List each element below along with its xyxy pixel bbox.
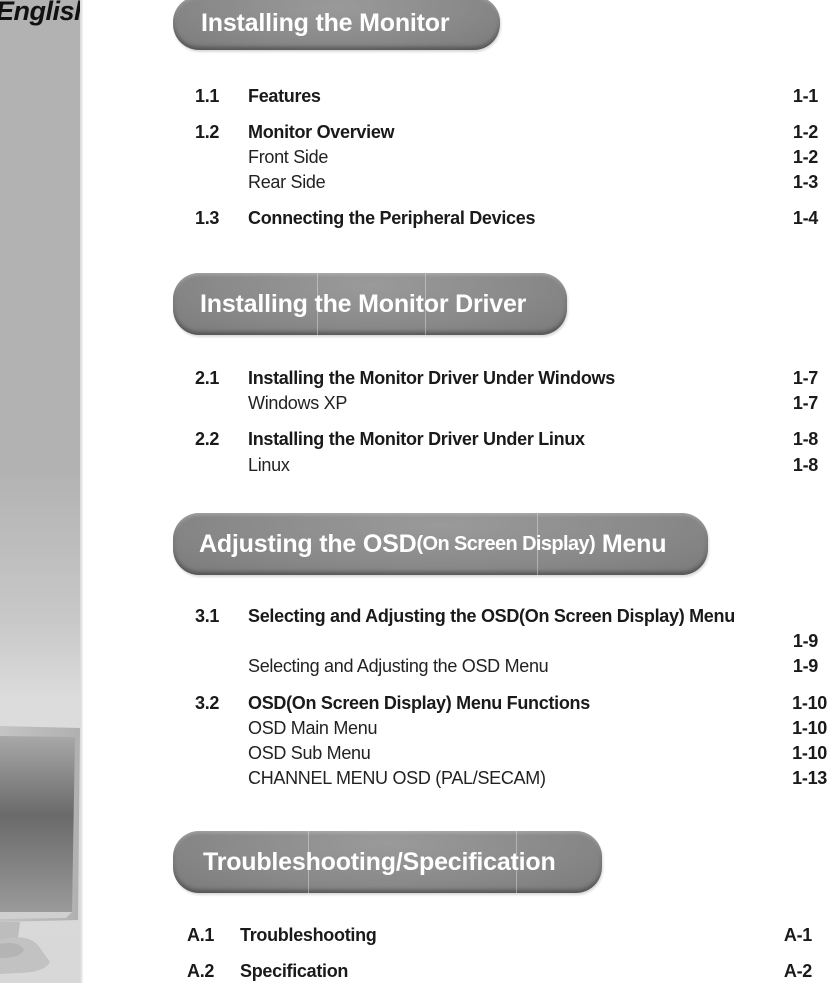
toc-entry[interactable]: 1.1 Features 1-1: [0, 85, 827, 107]
entry-page: 1-4: [792, 208, 818, 228]
section-header-text-end: Menu: [595, 529, 667, 558]
entry-number: A.1: [187, 925, 215, 945]
pill-divider: [537, 513, 538, 575]
toc-subentry[interactable]: Windows XP 1-7: [0, 392, 827, 414]
entry-number: 3.2: [195, 693, 220, 713]
entry-title: Rear Side: [248, 172, 326, 192]
entry-title: Installing the Monitor Driver Under Wind…: [248, 368, 615, 388]
section-header-text-small: (On Screen Display): [416, 532, 596, 555]
pill-divider: [425, 273, 426, 335]
section-header-text-main: Adjusting the OSD: [199, 529, 417, 558]
entry-page: 1-7: [792, 393, 818, 413]
toc-entry[interactable]: 1.2 Monitor Overview 1-2: [0, 121, 827, 143]
entry-title: Specification: [240, 961, 349, 981]
toc-subentry[interactable]: OSD Sub Menu 1-10: [0, 742, 827, 764]
entry-title: Installing the Monitor Driver Under Linu…: [248, 429, 585, 449]
entry-page: 1-10: [792, 718, 827, 738]
entry-title: OSD(On Screen Display) Menu Functions: [248, 693, 590, 713]
language-label: English: [0, 0, 83, 26]
entry-number: A.2: [187, 961, 215, 981]
toc-entry[interactable]: 1.3 Connecting the Peripheral Devices 1-…: [0, 207, 827, 229]
entry-page: 1-2: [792, 147, 818, 167]
pill-divider: [308, 831, 309, 893]
toc-entry[interactable]: 2.1 Installing the Monitor Driver Under …: [0, 367, 827, 389]
toc-entry[interactable]: A.1 Troubleshooting A-1: [0, 924, 827, 946]
entry-title: Connecting the Peripheral Devices: [248, 208, 536, 228]
entry-title: Selecting and Adjusting the OSD(On Scree…: [248, 606, 735, 626]
entry-title: OSD Main Menu: [248, 718, 378, 738]
entry-page: A-2: [783, 961, 812, 981]
entry-page: A-1: [783, 925, 812, 945]
entry-page: 1-10: [792, 743, 827, 763]
pill-divider: [317, 273, 318, 335]
section-header-text: Troubleshooting/Specification: [203, 847, 556, 876]
section-header-troubleshooting: Troubleshooting/Specification: [173, 831, 602, 893]
entry-number: 2.2: [195, 429, 220, 449]
entry-title: Windows XP: [248, 393, 348, 413]
entry-title: Linux: [248, 455, 290, 475]
toc-entry[interactable]: 2.2 Installing the Monitor Driver Under …: [0, 428, 827, 450]
toc-subentry[interactable]: Linux 1-8: [0, 454, 827, 476]
entry-page: 1-9: [792, 631, 818, 651]
toc-subentry[interactable]: Rear Side 1-3: [0, 171, 827, 193]
toc-entry[interactable]: 3.2 OSD(On Screen Display) Menu Function…: [0, 692, 827, 714]
entry-title: Features: [248, 86, 321, 106]
entry-page: 1-3: [792, 172, 818, 192]
entry-page: 1-9: [792, 656, 818, 676]
entry-page: 1-2: [792, 122, 818, 142]
entry-number: 2.1: [195, 368, 220, 388]
toc-entry[interactable]: A.2 Specification A-2: [0, 960, 827, 982]
toc-subentry[interactable]: Front Side 1-2: [0, 146, 827, 168]
entry-title: OSD Sub Menu: [248, 743, 371, 763]
section-header-text: Installing the Monitor Driver: [200, 289, 527, 318]
entry-page: 1-1: [792, 86, 818, 106]
entry-page: 1-8: [792, 455, 818, 475]
entry-page: 1-8: [792, 429, 818, 449]
toc-entry[interactable]: 3.1 Selecting and Adjusting the OSD(On S…: [0, 605, 827, 627]
section-header-text: Installing the Monitor: [201, 8, 450, 37]
entry-number: 1.2: [195, 122, 220, 142]
entry-title: Troubleshooting: [240, 925, 377, 945]
entry-title: Front Side: [248, 147, 329, 167]
entry-title: Monitor Overview: [248, 122, 395, 142]
entry-number: 1.1: [195, 86, 220, 106]
entry-page: 1-13: [792, 768, 827, 788]
section-header-installing-monitor: Installing the Monitor: [173, 0, 500, 50]
entry-page: 1-7: [792, 368, 818, 388]
toc-entry-continuation[interactable]: 1-9: [0, 630, 827, 652]
entry-page: 1-10: [792, 693, 827, 713]
toc-subentry[interactable]: Selecting and Adjusting the OSD Menu 1-9: [0, 655, 827, 677]
entry-title: CHANNEL MENU OSD (PAL/SECAM): [248, 768, 546, 788]
toc-subentry[interactable]: CHANNEL MENU OSD (PAL/SECAM) 1-13: [0, 767, 827, 789]
entry-number: 1.3: [195, 208, 220, 228]
section-header-adjusting-osd: Adjusting the OSD (On Screen Display) Men…: [173, 513, 708, 575]
entry-title: Selecting and Adjusting the OSD Menu: [248, 656, 549, 676]
toc-subentry[interactable]: OSD Main Menu 1-10: [0, 717, 827, 739]
entry-number: 3.1: [195, 606, 220, 626]
pill-divider: [516, 831, 517, 893]
section-header-installing-driver: Installing the Monitor Driver: [173, 273, 567, 335]
